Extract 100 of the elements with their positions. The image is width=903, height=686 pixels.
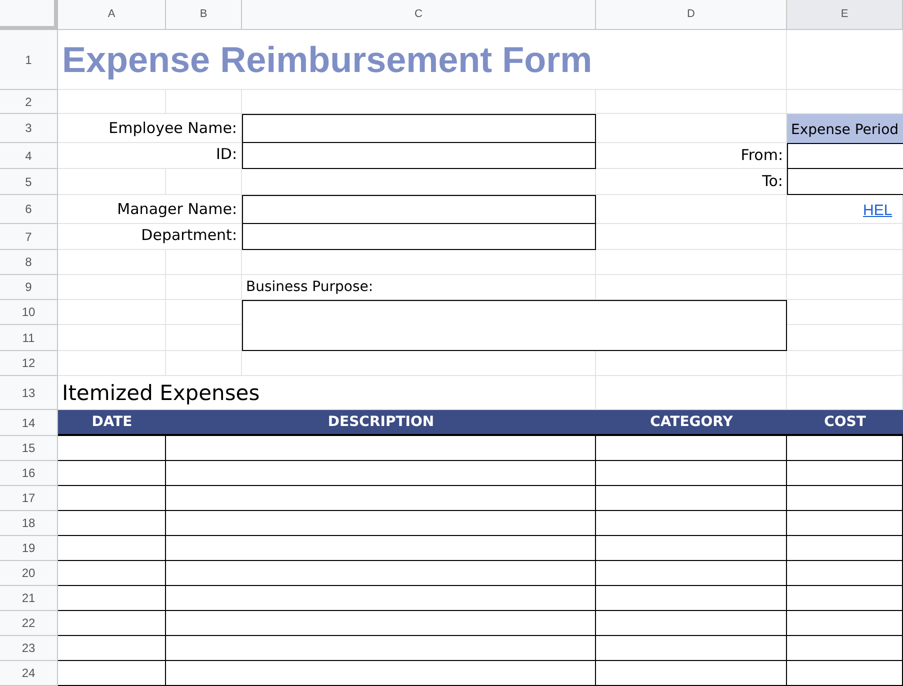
grid-cell[interactable]	[166, 90, 242, 114]
row-header[interactable]: 8	[0, 250, 58, 275]
column-header[interactable]: C	[242, 0, 596, 30]
table-cell[interactable]	[58, 486, 166, 511]
table-cell[interactable]	[787, 611, 903, 636]
grid-cell[interactable]	[166, 275, 242, 300]
table-cell[interactable]	[596, 561, 787, 586]
row-header[interactable]: 19	[0, 536, 58, 561]
table-cell[interactable]	[787, 461, 903, 486]
table-cell[interactable]	[787, 636, 903, 661]
table-cell[interactable]	[596, 636, 787, 661]
row-header[interactable]: 18	[0, 511, 58, 536]
table-cell[interactable]	[166, 636, 596, 661]
row-header[interactable]: 11	[0, 325, 58, 351]
grid-cell[interactable]	[787, 250, 903, 275]
grid-cell[interactable]	[596, 90, 787, 114]
table-cell[interactable]	[787, 536, 903, 561]
table-cell[interactable]	[166, 486, 596, 511]
table-cell[interactable]	[596, 511, 787, 536]
row-header[interactable]: 3	[0, 114, 58, 143]
table-cell[interactable]	[166, 461, 596, 486]
grid-cell[interactable]	[787, 224, 903, 250]
row-header[interactable]: 12	[0, 351, 58, 376]
row-header[interactable]: 10	[0, 300, 58, 325]
form-title: Expense Reimbursement Form	[62, 38, 592, 82]
table-cell[interactable]	[166, 661, 596, 686]
help-link[interactable]: HEL	[863, 200, 892, 222]
table-cell[interactable]	[787, 561, 903, 586]
table-cell[interactable]	[58, 536, 166, 561]
table-cell[interactable]	[787, 486, 903, 511]
table-cell[interactable]	[58, 561, 166, 586]
table-cell[interactable]	[58, 436, 166, 461]
grid-cell[interactable]	[787, 275, 903, 300]
grid-cell[interactable]	[166, 169, 242, 195]
row-header[interactable]: 20	[0, 561, 58, 586]
row-header[interactable]: 15	[0, 436, 58, 461]
table-cell[interactable]	[596, 486, 787, 511]
table-cell[interactable]	[58, 636, 166, 661]
table-cell[interactable]	[596, 536, 787, 561]
table-cell[interactable]	[166, 536, 596, 561]
table-header-cell: COST	[787, 410, 903, 436]
field-label: ID:	[216, 144, 237, 164]
corner-cell[interactable]	[0, 0, 58, 30]
input-field[interactable]	[242, 195, 596, 224]
grid-cell[interactable]	[166, 351, 242, 376]
row-header[interactable]: 16	[0, 461, 58, 486]
row-header[interactable]: 2	[0, 90, 58, 114]
table-cell[interactable]	[596, 586, 787, 611]
row-header[interactable]: 4	[0, 143, 58, 169]
table-header-cell: DATE	[58, 410, 166, 436]
column-header[interactable]: D	[596, 0, 787, 30]
input-field[interactable]	[242, 223, 596, 250]
table-cell[interactable]	[58, 511, 166, 536]
row-header[interactable]: 1	[0, 30, 58, 90]
grid-cell[interactable]	[787, 351, 903, 376]
table-cell[interactable]	[166, 611, 596, 636]
table-cell[interactable]	[166, 511, 596, 536]
row-header[interactable]: 22	[0, 611, 58, 636]
field-label: Employee Name:	[108, 118, 237, 138]
table-cell[interactable]	[166, 561, 596, 586]
table-cell[interactable]	[58, 611, 166, 636]
row-header[interactable]: 21	[0, 586, 58, 611]
input-field[interactable]	[787, 143, 903, 169]
text-area[interactable]	[242, 300, 787, 351]
field-label: Business Purpose:	[246, 278, 374, 297]
row-header[interactable]: 9	[0, 275, 58, 300]
table-cell[interactable]	[596, 436, 787, 461]
field-label: To:	[762, 170, 783, 192]
table-cell[interactable]	[596, 611, 787, 636]
table-cell[interactable]	[166, 436, 596, 461]
grid-cell[interactable]	[166, 250, 242, 275]
row-header[interactable]: 5	[0, 169, 58, 195]
input-field[interactable]	[242, 114, 596, 143]
row-header[interactable]: 13	[0, 376, 58, 410]
row-header[interactable]: 14	[0, 410, 58, 436]
table-cell[interactable]	[787, 511, 903, 536]
table-cell[interactable]	[596, 461, 787, 486]
table-cell[interactable]	[58, 661, 166, 686]
input-field[interactable]	[242, 142, 596, 169]
table-cell[interactable]	[596, 661, 787, 686]
section-title: Itemized Expenses	[62, 380, 260, 406]
row-header[interactable]: 17	[0, 486, 58, 511]
column-header[interactable]: E	[787, 0, 903, 30]
column-header[interactable]: A	[58, 0, 166, 30]
row-header[interactable]: 24	[0, 661, 58, 686]
field-label: Department:	[141, 224, 237, 246]
table-cell[interactable]	[787, 586, 903, 611]
row-header[interactable]: 6	[0, 195, 58, 224]
table-header-cell: DESCRIPTION	[166, 410, 596, 436]
row-header[interactable]: 7	[0, 224, 58, 250]
table-cell[interactable]	[787, 436, 903, 461]
column-header[interactable]: B	[166, 0, 242, 30]
table-cell[interactable]	[58, 586, 166, 611]
period-header: Expense Period	[787, 114, 903, 143]
input-field[interactable]	[787, 168, 903, 195]
grid-cell[interactable]	[596, 250, 787, 275]
table-cell[interactable]	[787, 661, 903, 686]
table-cell[interactable]	[58, 461, 166, 486]
table-cell[interactable]	[166, 586, 596, 611]
row-header[interactable]: 23	[0, 636, 58, 661]
